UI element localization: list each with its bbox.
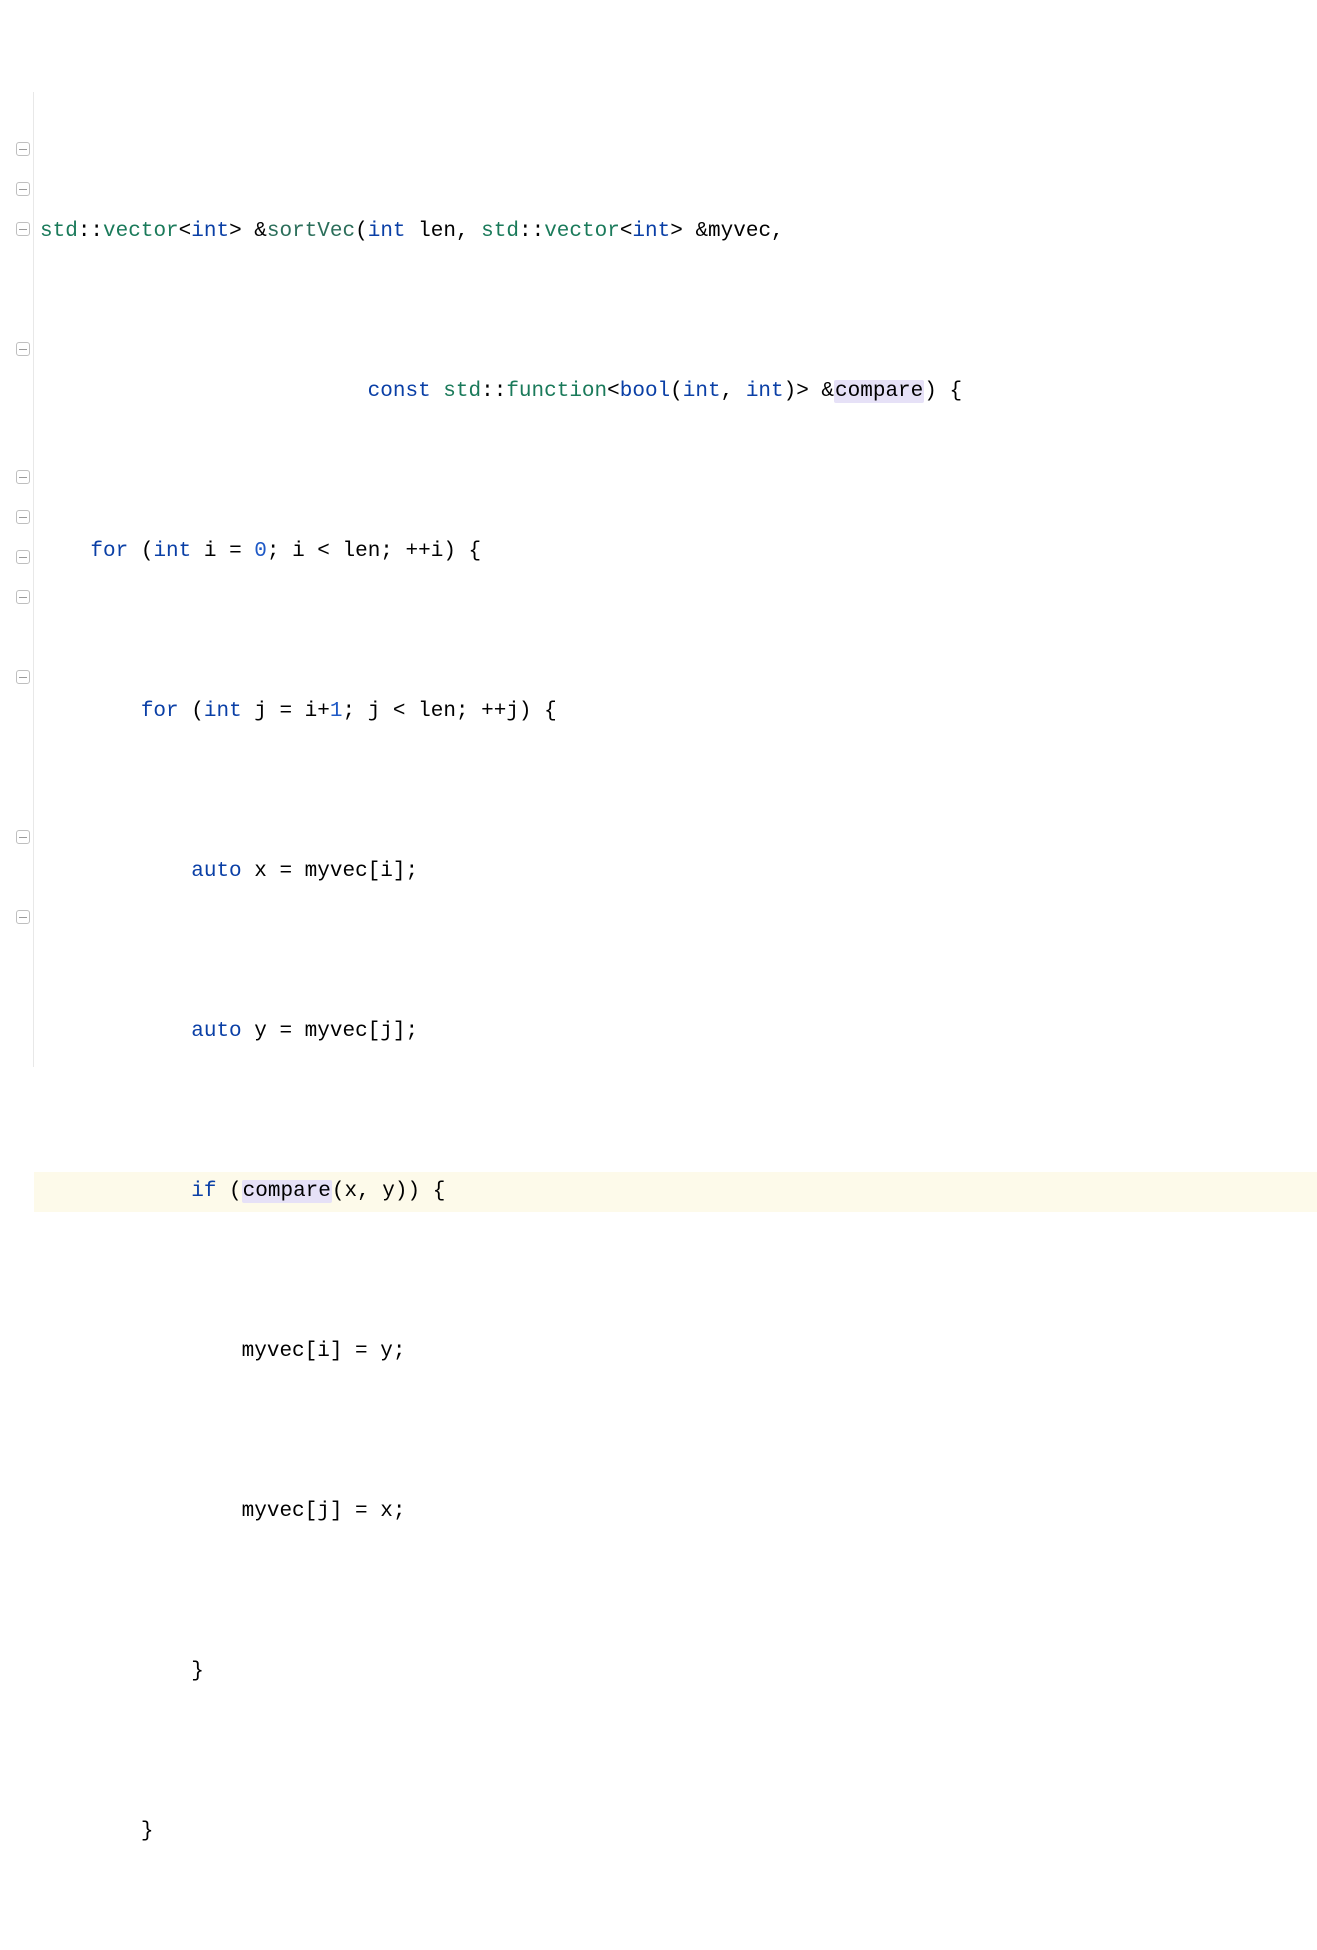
gutter (0, 92, 34, 1067)
fold-icon[interactable] (16, 670, 30, 684)
token-id: y = myvec[j]; (242, 1020, 418, 1043)
token-op: :: (481, 380, 506, 403)
token-highlighted-var: compare (834, 380, 924, 403)
token-op: :: (78, 220, 103, 243)
token-type: vector (544, 220, 620, 243)
token-ws (40, 380, 368, 403)
token-op: ( (128, 540, 153, 563)
token-keyword: if (191, 1180, 216, 1203)
token-highlighted-var: compare (242, 1180, 332, 1203)
token-type: int (632, 220, 670, 243)
token-op: ) { (924, 380, 962, 403)
token-ws (431, 380, 444, 403)
code-line[interactable]: for (int j = i+1; j < len; ++j) { (34, 692, 1317, 732)
fold-close-icon[interactable] (16, 910, 30, 924)
fold-close-icon[interactable] (16, 510, 30, 524)
token-ws (40, 540, 90, 563)
code-line[interactable]: auto x = myvec[i]; (34, 852, 1317, 892)
token-ws (40, 860, 191, 883)
token-id: x = myvec[i]; (242, 860, 418, 883)
token-type: int (191, 220, 229, 243)
code-line[interactable]: } (34, 1812, 1317, 1852)
code-line[interactable]: myvec[j] = x; (34, 1492, 1317, 1532)
token-op: ( (355, 220, 368, 243)
token-id: > &myvec, (670, 220, 783, 243)
token-number: 0 (254, 540, 267, 563)
token-ws (40, 1180, 191, 1203)
token-function: sortVec (267, 220, 355, 243)
fold-close-icon[interactable] (16, 590, 30, 604)
token-keyword: auto (191, 860, 241, 883)
code-line-current[interactable]: if (compare(x, y)) { (34, 1172, 1317, 1212)
code-line[interactable]: auto y = myvec[j]; (34, 1012, 1317, 1052)
token-id: myvec[i] = y; (40, 1340, 405, 1363)
token-type: int (746, 380, 784, 403)
token-keyword: for (90, 540, 128, 563)
token-ws (40, 700, 141, 723)
token-op: < (607, 380, 620, 403)
token-id: } (40, 1660, 204, 1683)
token-namespace: std (481, 220, 519, 243)
token-number: 1 (330, 700, 343, 723)
code-line[interactable]: const std::function<bool(int, int)> &com… (34, 372, 1317, 412)
token-op: ( (670, 380, 683, 403)
token-op: ( (216, 1180, 241, 1203)
code-line[interactable]: for (int i = 0; i < len; ++i) { (34, 532, 1317, 572)
token-id: } (40, 1820, 153, 1843)
fold-icon[interactable] (16, 142, 30, 156)
token-op: , (721, 380, 746, 403)
token-type: int (683, 380, 721, 403)
token-id: myvec[j] = x; (40, 1500, 405, 1523)
token-id: len, (406, 220, 482, 243)
token-op: < (179, 220, 192, 243)
token-namespace: std (443, 380, 481, 403)
fold-close-icon[interactable] (16, 550, 30, 564)
token-namespace: std (40, 220, 78, 243)
fold-icon[interactable] (16, 182, 30, 196)
token-type: int (368, 220, 406, 243)
token-id: i = (191, 540, 254, 563)
token-type: vector (103, 220, 179, 243)
fold-icon[interactable] (16, 342, 30, 356)
fold-close-icon[interactable] (16, 470, 30, 484)
token-keyword: for (141, 700, 179, 723)
token-keyword: const (368, 380, 431, 403)
token-op: ( (179, 700, 204, 723)
fold-icon[interactable] (16, 222, 30, 236)
code-line[interactable]: } (34, 1652, 1317, 1692)
token-ws (40, 1020, 191, 1043)
token-type: function (506, 380, 607, 403)
fold-icon[interactable] (16, 830, 30, 844)
token-op: )> & (784, 380, 834, 403)
token-id: ; i < len; ++i) { (267, 540, 481, 563)
token-id: j = i+ (242, 700, 330, 723)
token-op: :: (519, 220, 544, 243)
code-editor[interactable]: std::vector<int> &sortVec(int len, std::… (0, 92, 1317, 1067)
code-line[interactable]: myvec[i] = y; (34, 1332, 1317, 1372)
code-line[interactable]: std::vector<int> &sortVec(int len, std::… (34, 212, 1317, 252)
token-op: < (620, 220, 633, 243)
code-area[interactable]: std::vector<int> &sortVec(int len, std::… (34, 92, 1317, 1067)
token-id: (x, y)) { (332, 1180, 445, 1203)
token-keyword: auto (191, 1020, 241, 1043)
token-id: ; j < len; ++j) { (343, 700, 557, 723)
token-type: bool (620, 380, 670, 403)
token-type: int (153, 540, 191, 563)
token-type: int (204, 700, 242, 723)
token-op: > & (229, 220, 267, 243)
